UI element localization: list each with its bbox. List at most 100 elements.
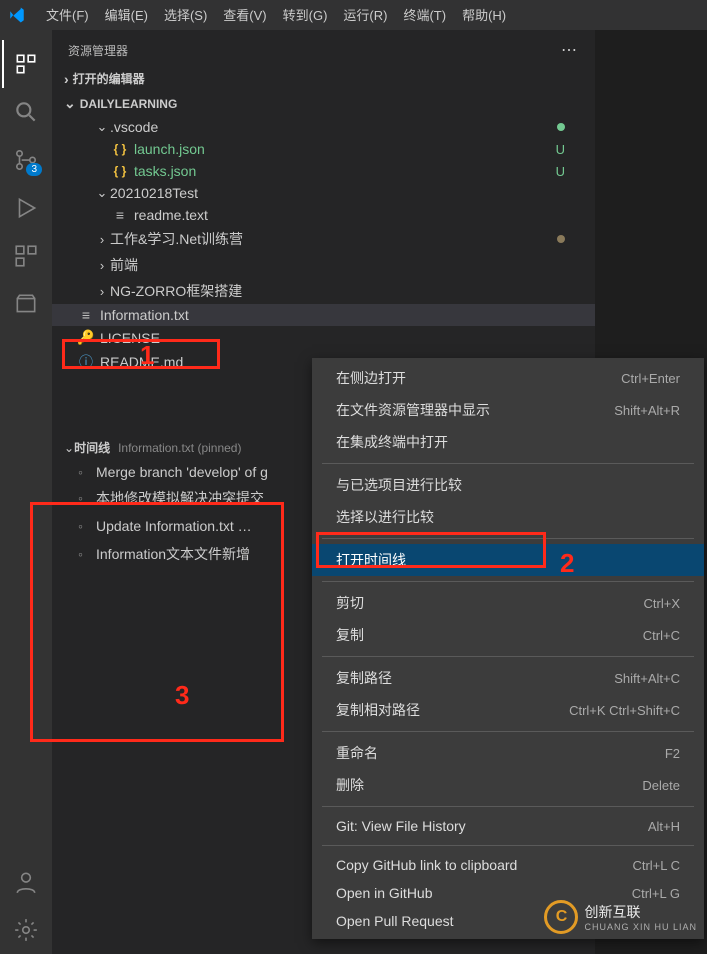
menu-label: 删除 (336, 775, 364, 795)
tree-label: Information.txt (100, 307, 583, 323)
file-item[interactable]: 🔑LICENSE (52, 326, 595, 349)
tree-label: NG-ZORRO框架搭建 (110, 281, 583, 301)
file-item[interactable]: ≡Information.txt (52, 304, 595, 326)
menu-item[interactable]: 查看(V) (215, 4, 274, 27)
menu-label: Copy GitHub link to clipboard (336, 857, 517, 873)
menu-label: 重命名 (336, 743, 378, 763)
menu-label: Git: View File History (336, 818, 466, 834)
file-item[interactable]: { }tasks.jsonU (52, 160, 595, 182)
menu-shortcut: Delete (642, 778, 680, 793)
folder-item[interactable]: ⌄20210218Test (52, 182, 595, 204)
settings-tab[interactable] (2, 906, 50, 954)
context-menu-item[interactable]: 打开时间线 (312, 544, 704, 576)
context-menu-item[interactable]: Git: View File HistoryAlt+H (312, 812, 704, 840)
menu-label: 在文件资源管理器中显示 (336, 400, 490, 420)
menu-label: 在集成终端中打开 (336, 432, 448, 452)
file-icon: { } (110, 164, 130, 178)
menu-shortcut: Ctrl+Enter (621, 371, 680, 386)
menu-item[interactable]: 编辑(E) (97, 4, 156, 27)
file-icon: ≡ (110, 207, 130, 223)
menu-item[interactable]: 运行(R) (335, 4, 395, 27)
commit-icon: ◦ (78, 490, 88, 506)
project-section[interactable]: ⌄ DAILYLEARNING (52, 91, 595, 116)
context-menu-item[interactable]: 重命名 F2 (312, 737, 704, 769)
folder-item[interactable]: ⌄.vscode (52, 116, 595, 138)
menu-label: Open in GitHub (336, 885, 433, 901)
search-tab[interactable] (2, 88, 50, 136)
more-actions-icon[interactable]: ⋯ (561, 40, 579, 60)
status-dot-icon (557, 235, 565, 243)
menu-shortcut: Shift+Alt+R (614, 403, 680, 418)
sidebar-title: 资源管理器 (68, 42, 128, 59)
menu-separator (322, 581, 694, 582)
folder-item[interactable]: ›工作&学习.Net训练营 (52, 226, 595, 252)
file-icon: ≡ (76, 307, 96, 323)
folder-item[interactable]: ›NG-ZORRO框架搭建 (52, 278, 595, 304)
file-item[interactable]: { }launch.jsonU (52, 138, 595, 160)
menu-item[interactable]: 文件(F) (38, 4, 97, 27)
menu-label: 复制相对路径 (336, 700, 420, 720)
context-menu-item[interactable]: 在侧边打开Ctrl+Enter (312, 362, 704, 394)
menu-label: 打开时间线 (336, 550, 406, 570)
menu-shortcut: Ctrl+X (644, 596, 680, 611)
menu-shortcut: Ctrl+L G (632, 886, 680, 901)
chevron-right-icon: › (94, 232, 110, 247)
tree-label: tasks.json (134, 163, 556, 179)
tree-label: LICENSE (100, 330, 583, 346)
context-menu-item[interactable]: 在集成终端中打开 (312, 426, 704, 458)
context-menu: 在侧边打开Ctrl+Enter 在文件资源管理器中显示 Shift+Alt+R 在集成… (312, 358, 704, 939)
file-item[interactable]: ≡readme.text (52, 204, 595, 226)
chevron-down-icon: ⌄ (64, 441, 74, 455)
context-menu-item[interactable]: 与已选项目进行比较 (312, 469, 704, 501)
file-icon: ⓘ (76, 352, 96, 372)
chevron-right-icon: › (94, 258, 110, 273)
context-menu-item[interactable]: 删除 Delete (312, 769, 704, 801)
menu-label: 复制 (336, 625, 364, 645)
context-menu-item[interactable]: 复制相对路径Ctrl+K Ctrl+Shift+C (312, 694, 704, 726)
file-tree: ⌄.vscode{ }launch.jsonU{ }tasks.jsonU⌄20… (52, 116, 595, 375)
menu-item[interactable]: 终端(T) (395, 4, 454, 27)
extensions-tab[interactable] (2, 232, 50, 280)
accounts-tab[interactable] (2, 858, 50, 906)
chevron-right-icon: › (64, 71, 69, 87)
chevron-right-icon: › (94, 284, 110, 299)
commit-icon: ◦ (78, 518, 88, 534)
menu-shortcut: F2 (665, 746, 680, 761)
menu-shortcut: Ctrl+C (643, 628, 680, 643)
menu-separator (322, 731, 694, 732)
menu-label: 选择以进行比较 (336, 507, 434, 527)
menu-label: Open Pull Request (336, 913, 454, 929)
watermark-logo-icon: C (544, 900, 578, 934)
menu-label: 复制路径 (336, 668, 392, 688)
menubar: 文件(F)编辑(E)选择(S)查看(V)转到(G)运行(R)终端(T)帮助(H) (0, 0, 707, 30)
menu-item[interactable]: 帮助(H) (454, 4, 514, 27)
open-editors-section[interactable]: › 打开的编辑器 (52, 66, 595, 91)
context-menu-item[interactable]: 剪切 Ctrl+X (312, 587, 704, 619)
context-menu-item[interactable]: 选择以进行比较 (312, 501, 704, 533)
source-control-tab[interactable]: 3 (2, 136, 50, 184)
chevron-down-icon: ⌄ (94, 119, 110, 135)
menu-label: 剪切 (336, 593, 364, 613)
folder-item[interactable]: ›前端 (52, 252, 595, 278)
menu-item[interactable]: 转到(G) (275, 4, 336, 27)
tree-label: 工作&学习.Net训练营 (110, 229, 557, 249)
file-icon: { } (110, 142, 130, 156)
context-menu-item[interactable]: 复制路径 Shift+Alt+C (312, 662, 704, 694)
git-stash-tab[interactable] (2, 280, 50, 328)
menu-separator (322, 845, 694, 846)
commit-icon: ◦ (78, 546, 88, 562)
explorer-tab[interactable] (2, 40, 50, 88)
menu-shortcut: Ctrl+L C (632, 858, 680, 873)
tree-label: 20210218Test (110, 185, 583, 201)
commit-icon: ◦ (78, 464, 88, 480)
menu-item[interactable]: 选择(S) (156, 4, 215, 27)
context-menu-item[interactable]: 在文件资源管理器中显示 Shift+Alt+R (312, 394, 704, 426)
menu-shortcut: Shift+Alt+C (614, 671, 680, 686)
tree-label: launch.json (134, 141, 556, 157)
run-debug-tab[interactable] (2, 184, 50, 232)
menu-separator (322, 463, 694, 464)
status-dot-icon (557, 123, 565, 131)
context-menu-item[interactable]: 复制 Ctrl+C (312, 619, 704, 651)
context-menu-item[interactable]: Copy GitHub link to clipboard Ctrl+L C (312, 851, 704, 879)
watermark: C 创新互联 CHUANG XIN HU LIAN (544, 900, 697, 934)
